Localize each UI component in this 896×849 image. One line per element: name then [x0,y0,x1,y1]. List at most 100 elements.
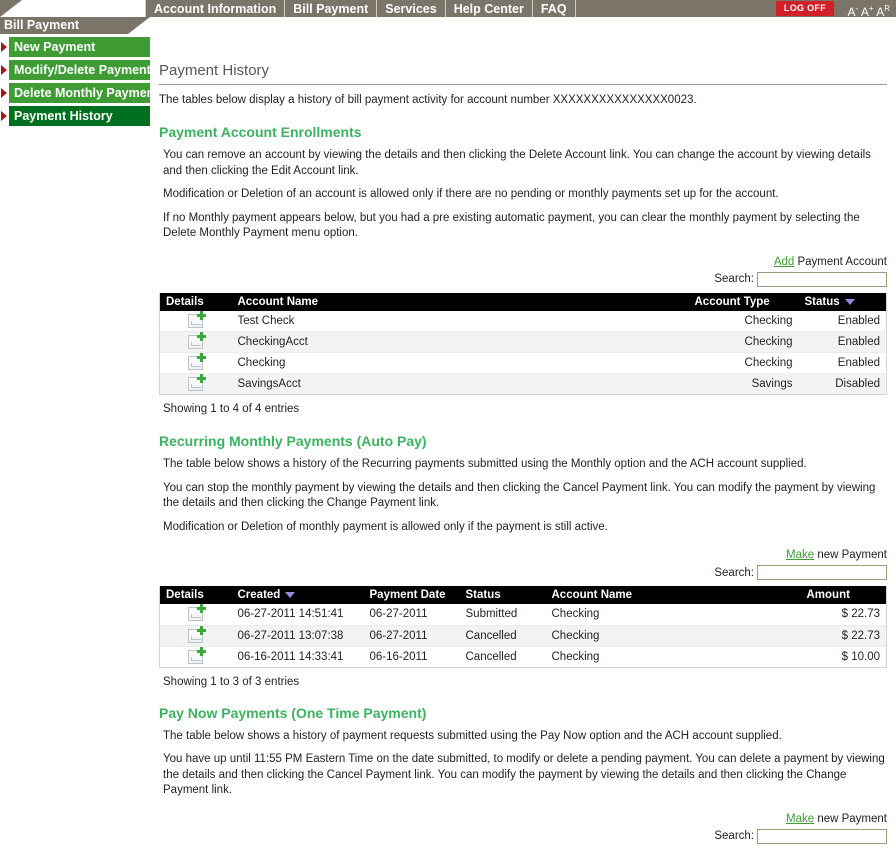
cell-account-name: CheckingAcct [231,331,689,354]
section-paragraph: If no Monthly payment appears below, but… [163,211,860,240]
search-input[interactable] [757,828,887,844]
table-header-row: Details Account Name Account Type Status [159,292,887,311]
column-header-amount[interactable]: Amount [800,586,887,605]
section-heading: Pay Now Payments (One Time Payment) [159,704,427,721]
cell-status: Disabled [798,373,887,395]
caret-right-icon [1,88,7,98]
cell-details [159,352,232,375]
table-row: CheckingAcct Checking Enabled [159,331,887,354]
nav-notch [0,0,145,17]
column-header-account-type[interactable]: Account Type [688,292,799,311]
table-row: Test Check Checking Enabled [159,310,887,333]
plus-badge-icon [197,625,207,635]
cell-account-type: Checking [688,352,799,375]
details-icon[interactable] [188,332,207,350]
search-row: Search: [159,565,887,581]
plus-badge-icon [197,604,207,614]
cell-details [159,331,232,354]
table-row: 06-16-2011 14:33:41 06-16-2011 Cancelled… [160,646,887,667]
cell-account-name: Checking [551,650,600,663]
nav-items: Account Information Bill Payment Service… [145,0,576,17]
nav-item-account-information[interactable]: Account Information [145,0,286,17]
nav-item-services[interactable]: Services [377,0,446,17]
cell-details [159,625,232,647]
section-paragraph: You can remove an account by viewing the… [163,149,871,177]
search-row: Search: [159,271,887,287]
section-paragraph: The table below shows a history of the R… [163,458,807,471]
table-header-row: Details Created Payment Date Status Acco… [159,586,887,605]
section-payment-account-enrollments: Payment Account Enrollments You can remo… [159,124,887,415]
cell-account-name: Checking [231,352,689,375]
section-paragraph: Modification or Deletion of monthly paym… [163,520,608,533]
details-icon[interactable] [188,353,207,371]
column-header-account-name[interactable]: Account Name [231,292,689,311]
column-header-status[interactable]: Status [459,586,546,605]
sidebar-item-modify-delete-payment[interactable]: Modify/Delete Payment [0,60,150,80]
recurring-monthly-payments-table: Details Created Payment Date Status Acco… [159,586,887,668]
plus-badge-icon [197,646,207,656]
make-new-payment-line: Make new Payment [159,813,887,825]
sidebar-title: Bill Payment [0,17,150,34]
page-intro-text: The tables below display a history of bi… [159,94,697,106]
details-icon[interactable] [188,604,207,622]
log-off-button[interactable]: LOG OFF [775,1,834,16]
table-row: 06-27-2011 14:51:41 06-27-2011 Submitted… [159,604,887,626]
cell-status: Enabled [798,310,887,333]
plus-badge-icon [197,332,207,342]
cell-details [159,373,232,395]
page-root: Account Information Bill Payment Service… [0,0,896,849]
details-icon[interactable] [188,625,207,643]
cell-status: Enabled [798,331,887,354]
cell-account-name: Checking [545,625,801,647]
details-icon[interactable] [188,374,207,392]
cell-account-type: Checking [688,331,799,354]
add-payment-account-link[interactable]: Add [774,256,794,268]
cell-status: Cancelled [459,625,546,647]
table-row: SavingsAcct Savings Disabled [159,373,887,395]
details-icon[interactable] [188,310,207,328]
column-header-status[interactable]: Status [798,292,887,311]
search-input[interactable] [757,565,887,581]
column-header-created[interactable]: Created [231,586,364,605]
search-row: Search: [159,828,887,844]
top-navigation-bar: Account Information Bill Payment Service… [0,0,896,19]
nav-item-bill-payment[interactable]: Bill Payment [285,0,378,17]
section-heading: Recurring Monthly Payments (Auto Pay) [159,433,427,450]
nav-notch-triangle [0,0,22,17]
nav-item-faq[interactable]: FAQ [533,0,576,17]
sidebar: Bill Payment New Payment Modify/Delete P… [0,17,150,126]
details-icon[interactable] [188,646,207,664]
make-new-payment-suffix: new Payment [814,812,887,825]
search-label: Search: [714,566,754,579]
make-new-payment-suffix: new Payment [814,549,887,562]
cell-details [159,604,232,626]
sidebar-item-label: Payment History [9,106,150,126]
cell-payment-date: 06-27-2011 [363,625,460,647]
plus-badge-icon [197,374,207,384]
sidebar-item-label: Modify/Delete Payment [9,60,150,80]
nav-item-help-center[interactable]: Help Center [446,0,533,17]
cell-created: 06-16-2011 14:33:41 [237,650,344,663]
table-row: Checking Checking Enabled [159,352,887,375]
section-paragraph: You can stop the monthly payment by view… [163,481,876,510]
cell-created: 06-27-2011 13:07:38 [231,625,364,647]
column-header-details[interactable]: Details [159,292,232,311]
section-paragraph: Modification or Deletion of an account i… [163,188,779,201]
sidebar-item-delete-monthly-payment[interactable]: Delete Monthly Payment [0,83,150,103]
section-paragraph: The table below shows a history of payme… [163,729,782,742]
table-showing-entries: Showing 1 to 3 of 3 entries [163,675,300,688]
add-payment-account-suffix: Payment Account [794,255,887,268]
column-header-account-name[interactable]: Account Name [545,586,801,605]
make-new-payment-link[interactable]: Make [786,813,814,825]
make-new-payment-link[interactable]: Make [786,549,814,561]
sort-descending-icon [285,592,296,599]
caret-right-icon [1,111,7,121]
search-label: Search: [714,273,754,286]
add-payment-account-line: Add Payment Account [159,256,887,268]
sidebar-item-new-payment[interactable]: New Payment [0,37,150,57]
column-header-details[interactable]: Details [159,586,232,605]
sidebar-item-payment-history[interactable]: Payment History [0,106,150,126]
column-header-payment-date[interactable]: Payment Date [363,586,460,605]
table-showing-entries: Showing 1 to 4 of 4 entries [163,403,300,416]
search-input[interactable] [757,271,887,287]
